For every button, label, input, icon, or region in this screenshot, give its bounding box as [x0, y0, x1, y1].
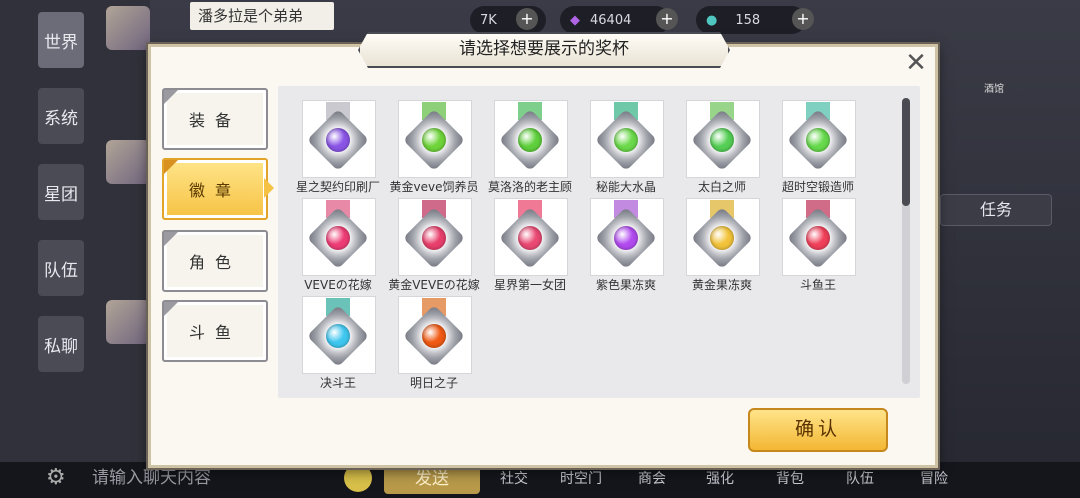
chat-tab-world[interactable]: 世界 [38, 12, 84, 68]
avatar [106, 300, 150, 344]
avatar [106, 140, 150, 184]
category-tab-douyu[interactable]: 斗鱼 [162, 300, 268, 362]
diamond-icon: ◆ [570, 12, 580, 28]
trophy-name: 黄金VEVEの花嫁 [388, 278, 480, 292]
nav-enhance[interactable]: 强化 [706, 468, 734, 488]
category-label: 徽章 [188, 181, 241, 200]
medal-gem-icon [806, 128, 830, 152]
chat-tab-private[interactable]: 私聊 [38, 316, 84, 372]
trophy-item[interactable]: 黄金VEVEの花嫁 [386, 198, 482, 294]
nav-team[interactable]: 队伍 [846, 468, 874, 488]
trophy-item[interactable]: 超时空锻造师 [770, 100, 866, 196]
category-tab-equipment[interactable]: 装备 [162, 88, 268, 150]
chat-tab-team[interactable]: 队伍 [38, 240, 84, 296]
nav-guild[interactable]: 商会 [638, 468, 666, 488]
add-coin-button[interactable]: + [516, 8, 538, 30]
trophy-item[interactable]: 黄金果冻爽 [674, 198, 770, 294]
medal-gem-icon [614, 128, 638, 152]
energy-icon: ● [706, 12, 718, 28]
trophy-name: 紫色果冻爽 [595, 278, 656, 292]
trophy-name: 黄金veve饲养员 [389, 180, 479, 194]
medal-gem-icon [422, 324, 446, 348]
trophy-item[interactable]: 秘能大水晶 [578, 100, 674, 196]
medal-gem-icon [326, 226, 350, 250]
trophy-name: VEVEの花嫁 [304, 278, 372, 292]
task-button[interactable]: 任务 [940, 194, 1052, 226]
trophy-item[interactable]: 紫色果冻爽 [578, 198, 674, 294]
settings-gear-icon[interactable]: ⚙ [46, 465, 66, 490]
trophy-item[interactable]: 黄金veve饲养员 [386, 100, 482, 196]
trophy-item[interactable]: VEVEの花嫁 [290, 198, 386, 294]
nav-portal[interactable]: 时空门 [560, 468, 602, 488]
send-button[interactable]: 发送 [384, 464, 480, 494]
coin-value: 7K [480, 12, 497, 28]
trophy-item[interactable]: 决斗王 [290, 296, 386, 392]
nav-adventure[interactable]: 冒险 [920, 468, 948, 488]
tavern-label: 酒馆 [984, 84, 1004, 95]
trophy-item[interactable]: 星之契约印刷厂 [290, 100, 386, 196]
trophy-name: 星之契约印刷厂 [295, 180, 380, 194]
trophy-name: 黄金果冻爽 [691, 278, 752, 292]
add-energy-button[interactable]: + [792, 8, 814, 30]
trophy-item[interactable]: 斗鱼王 [770, 198, 866, 294]
category-label: 角色 [188, 253, 241, 272]
scrollbar-thumb[interactable] [902, 98, 910, 206]
emoji-icon[interactable] [344, 464, 372, 492]
chat-tab-galaxy[interactable]: 星团 [38, 164, 84, 220]
trophy-name: 太白之师 [697, 180, 746, 194]
trophy-item[interactable]: 明日之子 [386, 296, 482, 392]
trophy-item[interactable]: 星界第一女团 [482, 198, 578, 294]
medal-gem-icon [422, 128, 446, 152]
resource-diamond: ◆ 46404 [560, 6, 670, 34]
chat-message: 潘多拉是个弟弟 [190, 2, 334, 30]
trophy-name: 秘能大水晶 [595, 180, 656, 194]
category-tab-character[interactable]: 角色 [162, 230, 268, 292]
selected-tab-arrow [264, 178, 274, 198]
category-label: 斗鱼 [188, 323, 241, 342]
trophy-name: 莫洛洛的老主顾 [487, 180, 572, 194]
medal-gem-icon [614, 226, 638, 250]
close-icon[interactable]: ✕ [900, 48, 932, 80]
trophy-name: 星界第一女团 [493, 278, 566, 292]
medal-gem-icon [326, 324, 350, 348]
trophy-name: 明日之子 [409, 376, 458, 390]
resource-energy: ● 158 [696, 6, 806, 34]
medal-gem-icon [518, 128, 542, 152]
trophy-name: 斗鱼王 [799, 278, 836, 292]
medal-gem-icon [518, 226, 542, 250]
category-tab-badge[interactable]: 徽章 [162, 158, 268, 220]
confirm-button[interactable]: 确认 [748, 408, 888, 452]
medal-gem-icon [326, 128, 350, 152]
diamond-value: 46404 [590, 12, 632, 28]
trophy-name: 决斗王 [319, 376, 356, 390]
trophy-name: 超时空锻造师 [781, 180, 854, 194]
trophy-item[interactable]: 太白之师 [674, 100, 770, 196]
medal-gem-icon [710, 226, 734, 250]
category-label: 装备 [188, 111, 241, 130]
medal-gem-icon [710, 128, 734, 152]
nav-social[interactable]: 社交 [500, 468, 528, 488]
dialog-title: 请选择想要展示的奖杯 [358, 32, 730, 68]
medal-gem-icon [422, 226, 446, 250]
chat-tab-system[interactable]: 系统 [38, 88, 84, 144]
medal-gem-icon [806, 226, 830, 250]
nav-backpack[interactable]: 背包 [776, 468, 804, 488]
trophy-item[interactable]: 莫洛洛的老主顾 [482, 100, 578, 196]
add-diamond-button[interactable]: + [656, 8, 678, 30]
energy-value: 158 [735, 12, 761, 28]
avatar [106, 6, 150, 50]
